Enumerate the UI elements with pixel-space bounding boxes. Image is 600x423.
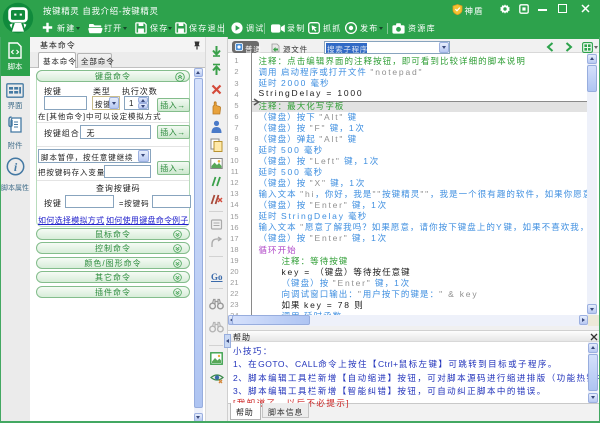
svg-text:i: i: [14, 160, 18, 174]
